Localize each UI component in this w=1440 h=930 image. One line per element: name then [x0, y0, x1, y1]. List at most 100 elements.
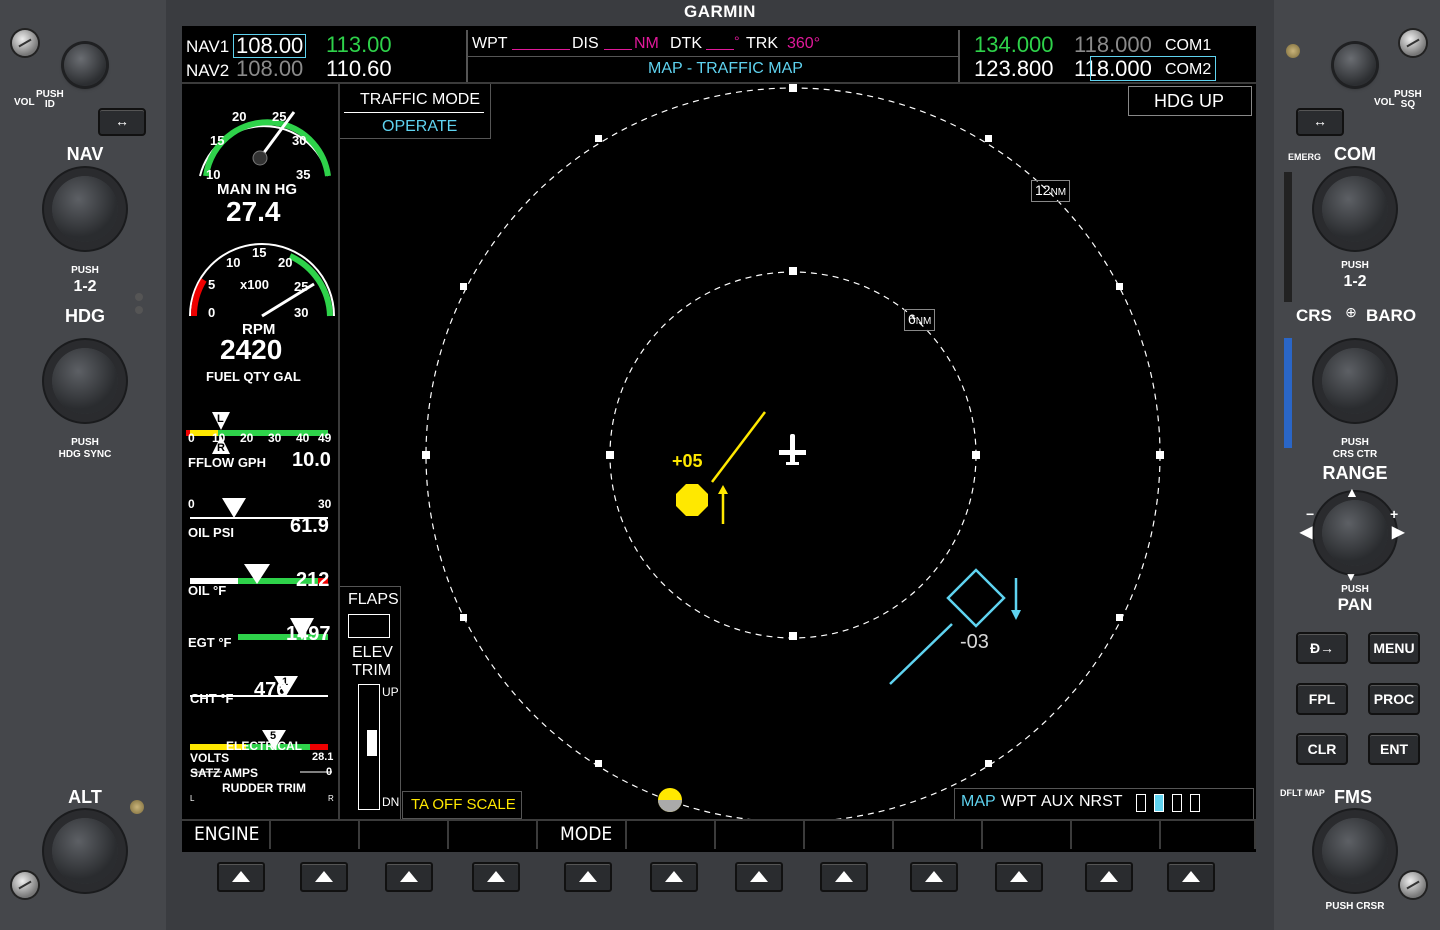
fuel-tick-0: 0 [188, 431, 195, 445]
crs-slot [1284, 338, 1292, 448]
fuel-qty-label: FUEL QTY GAL [206, 369, 301, 384]
softkey-8[interactable] [820, 862, 868, 892]
altitude-knob[interactable] [52, 818, 118, 884]
softkey-11[interactable] [1085, 862, 1133, 892]
rpm-tick-25: 25 [294, 279, 309, 294]
nav1-active-frequency[interactable]: 108.00 [233, 34, 307, 58]
softkey-label-7 [716, 819, 805, 849]
dis-unit: NM [634, 35, 659, 52]
page-group-map[interactable]: MAP [961, 794, 996, 810]
page-group-nrst[interactable]: NRST [1079, 794, 1123, 810]
fms-knob[interactable] [1322, 818, 1388, 884]
softkey-label-8 [805, 819, 894, 849]
map-tick-35: 35 [296, 167, 311, 182]
fuel-tick-30: 30 [268, 431, 282, 445]
rudder-right-label: R [328, 794, 334, 803]
nav-push-label: PUSH [71, 265, 99, 276]
trk-value: 360° [787, 35, 821, 52]
divider [344, 112, 484, 113]
softkey-1[interactable] [217, 862, 265, 892]
ta-status: TA OFF SCALE [411, 796, 516, 813]
com-vol-label: VOL [1374, 97, 1395, 108]
rudder-trim-label: RUDDER TRIM [222, 781, 306, 795]
push-crsr-label: PUSH CRSR [1325, 901, 1385, 912]
nav-frequency-knob[interactable] [52, 176, 118, 242]
crs-baro-knob[interactable] [1322, 348, 1388, 414]
softkey-label-11 [1072, 819, 1161, 849]
screw-icon [1400, 30, 1426, 56]
com-frequency-knob[interactable] [1322, 176, 1388, 242]
page-group-aux[interactable]: AUX [1041, 794, 1074, 810]
map-tick-15: 15 [210, 133, 225, 148]
softkey-5[interactable] [564, 862, 612, 892]
fflow-value: 10.0 [292, 449, 331, 471]
softkey-10[interactable] [995, 862, 1043, 892]
swap-arrows-icon: ↔ [1313, 113, 1327, 129]
page-indicator [1172, 794, 1182, 812]
ent-button[interactable]: ENT [1368, 733, 1420, 765]
fpl-button[interactable]: FPL [1296, 683, 1348, 715]
softkey-label-3 [360, 819, 449, 849]
com1-active-frequency[interactable]: 134.000 [974, 34, 1054, 56]
map-orientation[interactable]: HDG UP [1154, 92, 1224, 110]
page-group-wpt[interactable]: WPT [1001, 794, 1037, 810]
screw-icon [12, 872, 38, 898]
traffic-mode-title: TRAFFIC MODE [360, 91, 480, 108]
volts-value: 28.1 [312, 751, 334, 763]
rpm-tick-0: 0 [208, 305, 216, 320]
traffic-2-relative-altitude: -03 [960, 631, 989, 653]
softkey-3[interactable] [385, 862, 433, 892]
screw-icon [12, 30, 38, 56]
pan-push-label: PUSH [1341, 584, 1369, 595]
nav-swap-button[interactable]: ↔ [98, 108, 146, 136]
clr-button[interactable]: CLR [1296, 733, 1348, 765]
com-push-label: PUSH [1341, 260, 1369, 271]
photocell-icon [130, 800, 144, 814]
divider [468, 56, 958, 57]
com1-label: COM1 [1165, 37, 1212, 54]
com2-active-frequency[interactable]: 123.800 [974, 58, 1054, 80]
traffic-map [422, 84, 1164, 819]
com-volume-knob[interactable] [1334, 44, 1376, 86]
dtk-label: DTK [670, 35, 702, 52]
cht-value: 476 [254, 679, 288, 701]
swap-arrows-icon: ↔ [115, 113, 129, 129]
nav-volume-knob[interactable] [64, 44, 106, 86]
heading-knob[interactable] [52, 348, 118, 414]
menu-button[interactable]: MENU [1368, 632, 1420, 664]
outer-range-label: 12NM [1031, 180, 1071, 202]
electrical-label: ELECTRICAL [226, 739, 302, 753]
egt-label: EGT °F [188, 635, 232, 650]
proc-button[interactable]: PROC [1368, 683, 1420, 715]
com-label: COM [1334, 144, 1376, 164]
map-tick-10: 10 [206, 167, 221, 182]
softkey-label-2 [271, 819, 360, 849]
com-swap-button[interactable]: ↔ [1296, 108, 1344, 136]
softkey-4[interactable] [472, 862, 520, 892]
volts-label: VOLTS [190, 751, 230, 765]
hdg-label: HDG [65, 306, 105, 326]
traffic-mode-value: OPERATE [382, 118, 458, 135]
pan-up-arrow-icon: ▲ [1345, 484, 1359, 500]
softkey-9[interactable] [910, 862, 958, 892]
nav-label: NAV [66, 144, 104, 164]
nav-vol-label: VOL [14, 97, 35, 108]
map-tick-30: 30 [292, 133, 307, 148]
softkey-7[interactable] [735, 862, 783, 892]
nav2-standby-frequency[interactable]: 110.60 [326, 58, 392, 80]
softkey-6[interactable] [650, 862, 698, 892]
range-pan-knob[interactable] [1322, 500, 1388, 566]
baro-label: BARO [1366, 306, 1417, 325]
direct-to-button[interactable]: Ð→ [1296, 632, 1348, 664]
outer-range-unit: NM [1050, 187, 1067, 198]
oil-psi-label: OIL PSI [188, 525, 234, 540]
fuel-tick-49: 49 [318, 431, 332, 445]
nav1-standby-frequency[interactable]: 113.00 [326, 34, 392, 56]
softkey-12[interactable] [1167, 862, 1215, 892]
nav2-active-frequency[interactable]: 108.00 [236, 58, 303, 80]
dis-label: DIS [572, 35, 599, 52]
rpm-tick-5: 5 [208, 277, 216, 292]
com1-standby-frequency[interactable]: 118.000 [1074, 34, 1152, 56]
inner-range-label: 6NM [904, 309, 936, 331]
softkey-2[interactable] [300, 862, 348, 892]
